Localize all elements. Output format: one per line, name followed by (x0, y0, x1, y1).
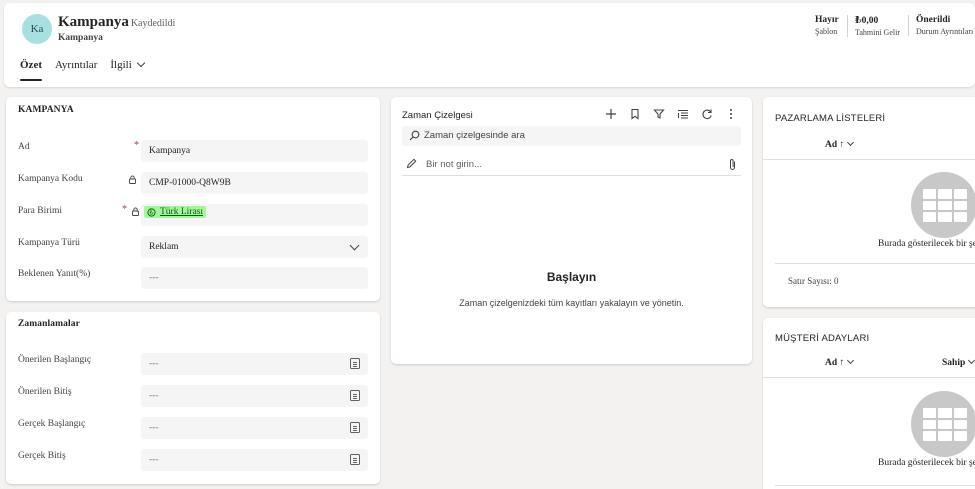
field-name: Ad * Kampanya (18, 140, 368, 162)
empty-state-text: Burada gösterilecek bir şey (878, 458, 975, 468)
calendar-icon[interactable] (350, 390, 360, 401)
field-proposed-start: Önerilen Başlangıç --- (18, 353, 368, 375)
required-icon: * (134, 140, 139, 151)
header-field-estimated-revenue: ₺0,00 Tahmini Gelir (847, 15, 900, 37)
proposed-end-input[interactable]: --- (141, 385, 368, 407)
tab-summary[interactable]: Özet (20, 59, 42, 81)
refresh-icon[interactable] (700, 107, 714, 121)
add-icon[interactable] (604, 107, 618, 121)
proposed-start-input[interactable]: --- (141, 353, 368, 375)
timeline-section: Zaman Çizelgesi Zaman çizelgesinde ara B… (391, 97, 752, 364)
required-icon: * (122, 204, 127, 215)
empty-grid-icon (911, 172, 975, 238)
column-header-owner[interactable]: Sahip (942, 356, 975, 368)
grid-header: Ad ↑ (763, 134, 975, 160)
field-expected-response: Beklenen Yanıt(%) --- (18, 267, 368, 289)
expected-response-input[interactable]: --- (141, 267, 368, 289)
bookmark-icon[interactable] (628, 107, 642, 121)
column-header-name[interactable]: Ad ↑ (825, 138, 855, 150)
row-count: Satır Sayısı: 0 (788, 276, 839, 286)
field-actual-end: Gerçek Bitiş --- (18, 449, 368, 471)
field-actual-start: Gerçek Başlangıç --- (18, 417, 368, 439)
field-proposed-end: Önerilen Bitiş --- (18, 385, 368, 407)
empty-state-description: Zaman çizelgenizdeki tüm kayıtları yakal… (459, 298, 684, 308)
section-title: MÜŞTERİ ADAYLARI (775, 333, 870, 344)
lock-icon (129, 175, 136, 184)
filter-icon[interactable] (652, 107, 666, 121)
attachment-icon[interactable] (728, 158, 737, 171)
marketing-lists-section: PAZARLAMA LİSTELERİ Ad ↑ Burada gösteril… (763, 97, 975, 307)
campaign-type-select[interactable]: Reklam (141, 236, 368, 258)
form-tabs: Özet Ayrıntılar İlgili (20, 58, 145, 81)
sort-list-icon[interactable] (676, 107, 690, 121)
calendar-icon[interactable] (350, 422, 360, 433)
header-field-template: Hayır Şablon (815, 15, 839, 36)
entity-name: Kampanya (58, 33, 103, 43)
section-title: PAZARLAMA LİSTELERİ (775, 113, 886, 124)
chevron-down-icon (847, 356, 855, 365)
chevron-down-icon (136, 58, 145, 68)
record-title: Kampanya (58, 14, 129, 30)
empty-state-text: Burada gösterilecek bir şey (878, 239, 975, 249)
field-campaign-type: Kampanya Türü Reklam (18, 236, 368, 258)
currency-lookup: ₺ Türk Lirası (141, 204, 368, 226)
empty-grid-icon (911, 391, 975, 457)
search-icon (409, 130, 420, 141)
currency-link[interactable]: ₺ Türk Lirası (144, 206, 207, 218)
grid-header: Ad ↑ Sahip (763, 352, 975, 378)
pencil-icon (406, 158, 417, 169)
section-title: Zamanlamalar (18, 319, 80, 329)
avatar: Ka (22, 14, 52, 44)
divider (775, 263, 975, 264)
campaign-section: KAMPANYA Ad * Kampanya Kampanya Kodu CMP… (6, 97, 380, 301)
more-icon[interactable] (724, 107, 738, 121)
field-currency: Para Birimi * ₺ Türk Lirası (18, 204, 368, 226)
column-header-name[interactable]: Ad ↑ (825, 356, 855, 368)
timeline-toolbar (604, 107, 738, 121)
chevron-down-icon (349, 240, 360, 251)
calendar-icon[interactable] (350, 358, 360, 369)
schedules-section: Zamanlamalar Önerilen Başlangıç --- Öner… (6, 312, 380, 484)
save-status: - Kaydedildi (125, 18, 176, 29)
tab-related[interactable]: İlgili (110, 58, 145, 81)
chevron-down-icon (847, 138, 855, 147)
note-input[interactable]: Bir not girin... (402, 154, 741, 176)
divider (775, 485, 975, 486)
calendar-icon[interactable] (350, 454, 360, 465)
actual-start-input[interactable]: --- (141, 417, 368, 439)
empty-state-title: Başlayın (546, 270, 597, 284)
lock-icon (132, 207, 139, 216)
record-header: Ka Kampanya - Kaydedildi Kampanya Hayır … (4, 3, 975, 87)
tab-details[interactable]: Ayrıntılar (55, 59, 97, 81)
timeline-title: Zaman Çizelgesi (402, 110, 473, 121)
field-campaign-code: Kampanya Kodu CMP-01000-Q8W9B (18, 172, 368, 194)
chevron-down-icon (968, 356, 975, 365)
header-field-status-reason: Önerildi Durum Ayrıntıları (908, 15, 973, 36)
campaign-code-input[interactable]: CMP-01000-Q8W9B (141, 172, 368, 194)
section-title: KAMPANYA (18, 105, 74, 115)
svg-text:₺: ₺ (150, 210, 154, 216)
leads-section: MÜŞTERİ ADAYLARI Ad ↑ Sahip Burada göste… (763, 318, 975, 489)
name-input[interactable]: Kampanya (141, 140, 368, 162)
currency-icon: ₺ (147, 207, 156, 217)
timeline-search-input[interactable]: Zaman çizelgesinde ara (402, 126, 741, 146)
actual-end-input[interactable]: --- (141, 449, 368, 471)
